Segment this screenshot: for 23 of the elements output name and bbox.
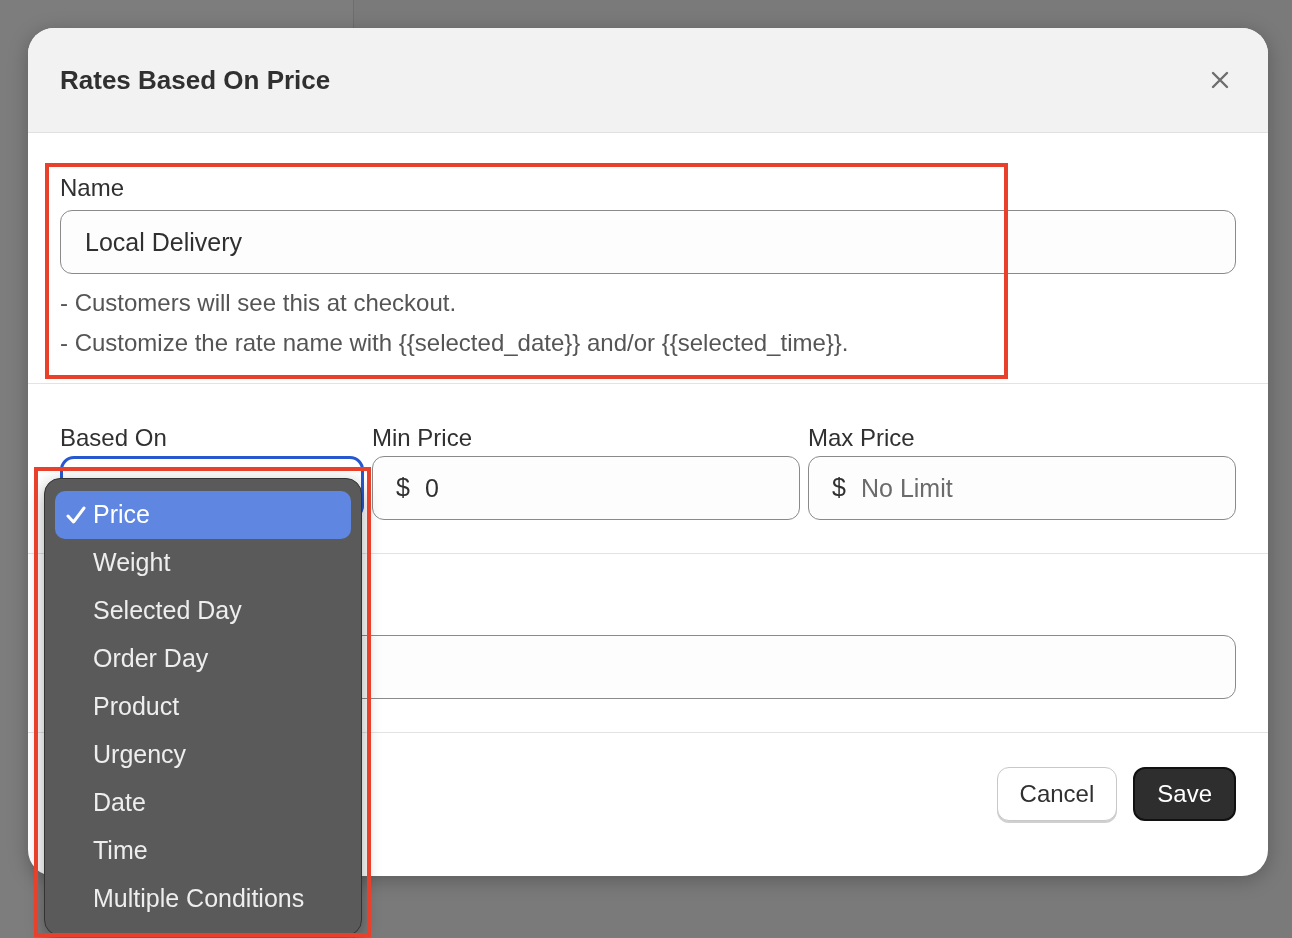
helper-text: - Customers will see this at checkout. xyxy=(60,289,458,317)
helper-text: - Customize the rate name with {{selected_date}} and/or {{selected_time}}. xyxy=(60,329,850,357)
check-icon xyxy=(66,506,86,524)
currency-prefix: $ xyxy=(396,472,410,504)
dialog-title: Rates Based On Price xyxy=(60,63,331,97)
menu-option[interactable]: Time xyxy=(55,827,351,875)
menu-option[interactable]: Price xyxy=(55,491,351,539)
cancel-button[interactable]: Cancel xyxy=(996,767,1118,821)
menu-option[interactable]: Urgency xyxy=(55,731,351,779)
menu-option[interactable]: Multiple Conditions xyxy=(55,875,351,923)
menu-option[interactable]: Selected Day xyxy=(55,587,351,635)
field-label: Max Price xyxy=(808,423,916,452)
name-field[interactable]: Local Delivery xyxy=(60,210,1236,274)
field-label: Name xyxy=(60,173,126,202)
close-icon xyxy=(1210,70,1230,90)
menu-option[interactable]: Date xyxy=(55,779,351,827)
menu-option[interactable]: Weight xyxy=(55,539,351,587)
save-button[interactable]: Save xyxy=(1133,767,1236,821)
menu-option[interactable]: Product xyxy=(55,683,351,731)
menu-option[interactable]: Order Day xyxy=(55,635,351,683)
currency-prefix: $ xyxy=(832,472,846,504)
field-label: Min Price xyxy=(372,423,474,452)
field-label: Based On xyxy=(60,423,168,452)
